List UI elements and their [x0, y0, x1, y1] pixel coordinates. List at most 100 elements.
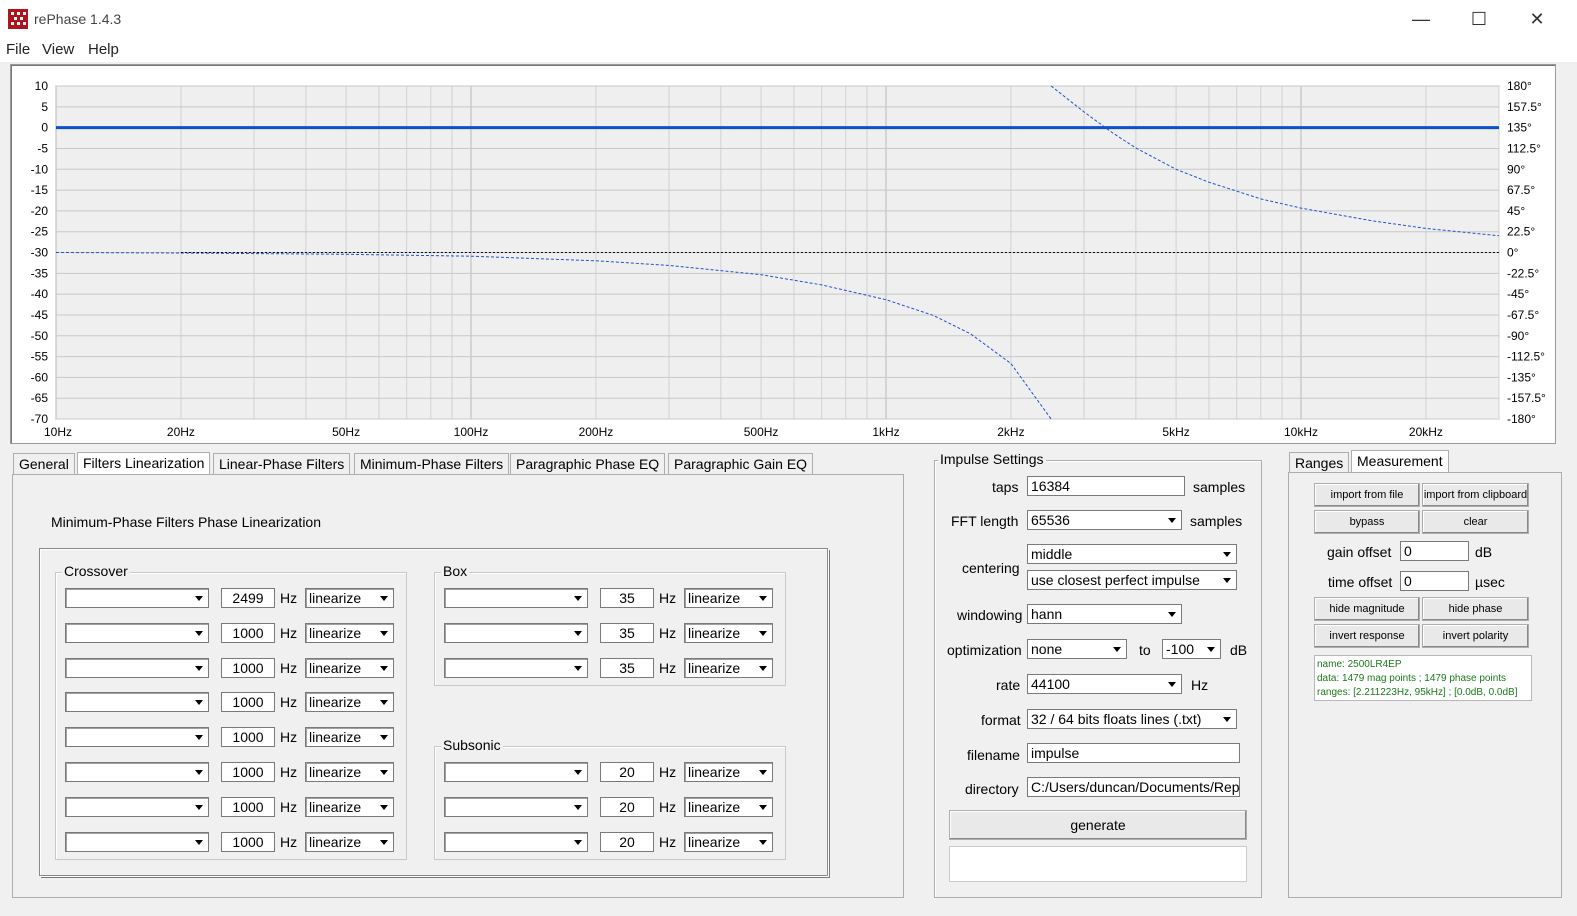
tab-paragraphic-gain-eq[interactable]: Paragraphic Gain EQ [668, 453, 814, 474]
hide-magnitude-button[interactable]: hide magnitude [1314, 597, 1420, 621]
fft-length-select[interactable]: 65536 [1027, 510, 1182, 530]
menu-help[interactable]: Help [88, 41, 119, 58]
crossover-frequency-input[interactable]: 1000 [221, 762, 275, 782]
generate-button[interactable]: generate [949, 810, 1247, 840]
box-filter-type-select[interactable] [444, 588, 588, 608]
crossover-filter-type-select[interactable] [65, 588, 209, 608]
hide-phase-button[interactable]: hide phase [1422, 597, 1529, 621]
crossover-frequency-input[interactable]: 1000 [221, 658, 275, 678]
crossover-mode-select[interactable]: linearize [305, 588, 394, 608]
crossover-frequency-input[interactable]: 1000 [221, 623, 275, 643]
invert-polarity-button[interactable]: invert polarity [1422, 624, 1529, 648]
box-frequency-input[interactable]: 35 [600, 588, 654, 608]
subsonic-frequency-input[interactable]: 20 [600, 832, 654, 852]
y-tick-label-right: 157.5° [1507, 100, 1542, 114]
chevron-down-icon [1220, 573, 1234, 587]
crossover-filter-type-select[interactable] [65, 797, 209, 817]
x-tick-label: 100Hz [454, 425, 489, 439]
rephase-app-icon [8, 9, 28, 29]
crossover-frequency-input[interactable]: 1000 [221, 832, 275, 852]
crossover-frequency-input[interactable]: 1000 [221, 692, 275, 712]
subsonic-hz-label: Hz [659, 764, 677, 780]
crossover-filter-type-select[interactable] [65, 832, 209, 852]
clear-button[interactable]: clear [1422, 510, 1529, 534]
box-filter-type-select[interactable] [444, 623, 588, 643]
chevron-down-icon [377, 730, 391, 744]
y-tick-label-left: -60 [31, 370, 49, 384]
subsonic-filter-type-select[interactable] [444, 797, 588, 817]
windowing-value: hann [1031, 606, 1063, 622]
crossover-filter-type-select[interactable] [65, 762, 209, 782]
import-from-clipboard-button[interactable]: import from clipboard [1422, 483, 1529, 507]
subsonic-filter-type-select[interactable] [444, 762, 588, 782]
minimize-icon[interactable]: — [1398, 6, 1444, 32]
box-legend: Box [441, 563, 470, 579]
subsonic-mode-select[interactable]: linearize [684, 797, 773, 817]
response-chart[interactable]: 10 5 0 -5 -10 -15 -20 -25 -30 -35 -40 -45 -50 -55 -60 -… [10, 64, 1556, 444]
chevron-down-icon [571, 835, 585, 849]
crossover-filter-type-select[interactable] [65, 623, 209, 643]
crossover-mode-select[interactable]: linearize [305, 623, 394, 643]
windowing-select[interactable]: hann [1027, 604, 1182, 624]
crossover-frequency-input[interactable]: 1000 [221, 727, 275, 747]
box-filter-type-select[interactable] [444, 658, 588, 678]
chevron-down-icon [571, 765, 585, 779]
tab-linear-phase-filters[interactable]: Linear-Phase Filters [213, 453, 351, 474]
tab-paragraphic-phase-eq[interactable]: Paragraphic Phase EQ [510, 453, 666, 474]
subsonic-frequency-input[interactable]: 20 [600, 762, 654, 782]
crossover-legend: Crossover [62, 563, 130, 579]
crossover-filter-type-select[interactable] [65, 692, 209, 712]
crossover-filter-type-select[interactable] [65, 727, 209, 747]
bypass-button[interactable]: bypass [1314, 510, 1420, 534]
import-from-file-button[interactable]: import from file [1314, 483, 1420, 507]
tab-filters-linearization[interactable]: Filters Linearization [77, 452, 211, 475]
menu-file[interactable]: File [6, 41, 30, 58]
time-offset-input[interactable]: 0 [1400, 571, 1469, 591]
directory-input[interactable]: C:/Users/duncan/Documents/Rep [1027, 777, 1240, 797]
chevron-down-icon [192, 765, 206, 779]
tab-measurement[interactable]: Measurement [1351, 450, 1449, 473]
subsonic-filter-type-select[interactable] [444, 832, 588, 852]
menu-view[interactable]: View [42, 41, 74, 58]
box-mode-select[interactable]: linearize [684, 588, 773, 608]
gain-offset-input[interactable]: 0 [1400, 541, 1469, 561]
filename-input[interactable]: impulse [1027, 743, 1240, 763]
taps-input[interactable]: 16384 [1027, 476, 1185, 496]
crossover-mode-select[interactable]: linearize [305, 762, 394, 782]
mode-value: linearize [688, 799, 741, 815]
crossover-mode-select[interactable]: linearize [305, 797, 394, 817]
rate-select[interactable]: 44100 [1027, 674, 1182, 694]
tab-general[interactable]: General [13, 453, 75, 474]
subsonic-mode-select[interactable]: linearize [684, 762, 773, 782]
centering-select[interactable]: middle [1027, 544, 1237, 564]
crossover-frequency-input[interactable]: 1000 [221, 797, 275, 817]
box-frequency-input[interactable]: 35 [600, 623, 654, 643]
crossover-filter-type-select[interactable] [65, 658, 209, 678]
subsonic-mode-select[interactable]: linearize [684, 832, 773, 852]
y-tick-label-right: 112.5° [1507, 141, 1541, 155]
crossover-mode-select[interactable]: linearize [305, 658, 394, 678]
subsonic-frequency-input[interactable]: 20 [600, 797, 654, 817]
close-icon[interactable]: ✕ [1514, 6, 1560, 32]
box-mode-select[interactable]: linearize [684, 623, 773, 643]
filename-label: filename [967, 747, 1020, 763]
crossover-mode-select[interactable]: linearize [305, 692, 394, 712]
tab-minimum-phase-filters[interactable]: Minimum-Phase Filters [354, 453, 510, 474]
box-hz-label: Hz [659, 660, 677, 676]
chevron-down-icon [192, 730, 206, 744]
invert-response-button[interactable]: invert response [1314, 624, 1420, 648]
tab-ranges[interactable]: Ranges [1289, 452, 1350, 473]
format-select[interactable]: 32 / 64 bits floats lines (.txt) [1027, 709, 1237, 729]
crossover-mode-select[interactable]: linearize [305, 832, 394, 852]
optimization-to-select[interactable]: -100 [1162, 639, 1221, 659]
optimization-select[interactable]: none [1027, 639, 1127, 659]
crossover-frequency-input[interactable]: 2499 [221, 588, 275, 608]
maximize-icon[interactable]: ☐ [1456, 6, 1502, 32]
y-tick-label-right: 22.5° [1507, 225, 1535, 239]
centering-mode-select[interactable]: use closest perfect impulse [1027, 570, 1237, 590]
y-tick-label-right: 90° [1507, 162, 1525, 176]
gain-offset-label: gain offset [1327, 544, 1392, 560]
box-frequency-input[interactable]: 35 [600, 658, 654, 678]
box-mode-select[interactable]: linearize [684, 658, 773, 678]
crossover-mode-select[interactable]: linearize [305, 727, 394, 747]
